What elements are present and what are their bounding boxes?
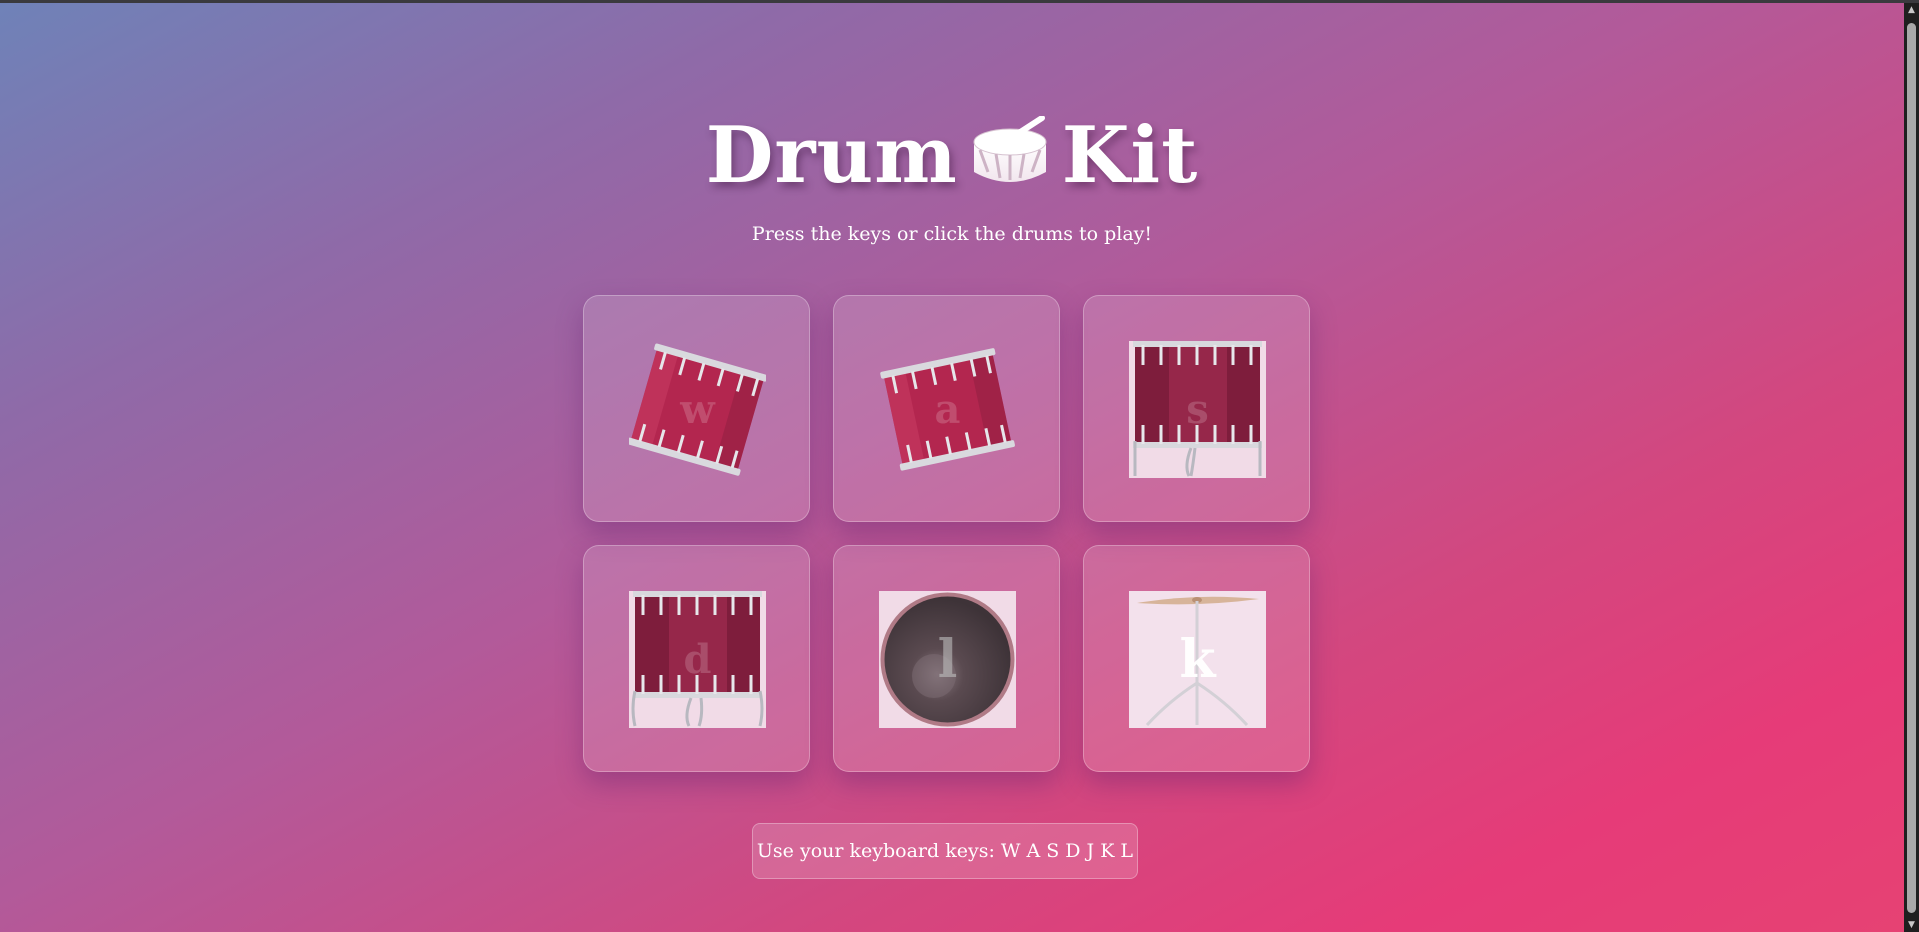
title-word-kit: Kit (1061, 110, 1199, 201)
drum-pad-l[interactable]: l (833, 545, 1060, 772)
cymbal-icon: k (1129, 591, 1266, 728)
kick-drum-icon: l (879, 591, 1016, 728)
scroll-thumb[interactable] (1907, 23, 1916, 913)
snare-drum-icon: a (879, 341, 1016, 478)
drum-pad-s[interactable]: s (1083, 295, 1310, 522)
drum-pad-a[interactable]: a (833, 295, 1060, 522)
drum-icon (970, 115, 1050, 207)
subtitle: Press the keys or click the drums to pla… (751, 223, 1153, 245)
pad-key-label: d (683, 636, 712, 683)
tom-drum-icon: s (1129, 341, 1266, 478)
pad-key-label: a (934, 386, 961, 433)
title-word-drum: Drum (705, 110, 958, 201)
vertical-scrollbar[interactable]: ▲ ▼ (1904, 3, 1919, 932)
scroll-down-icon[interactable]: ▼ (1904, 918, 1919, 932)
pad-key-label: w (680, 386, 715, 433)
pad-key-label: s (1186, 386, 1209, 433)
pad-key-label: l (937, 629, 958, 690)
page-title: Drum Kit (0, 111, 1904, 207)
drum-pad-w[interactable]: w (583, 295, 810, 522)
scroll-up-icon[interactable]: ▲ (1904, 3, 1919, 17)
page-background: Drum Kit Press the keys or click the dru… (0, 3, 1904, 932)
snare-drum-icon: w (627, 341, 768, 478)
keyboard-hint: Use your keyboard keys: W A S D J K L (752, 823, 1138, 879)
floor-tom-icon: d (629, 591, 766, 728)
pad-key-label: k (1179, 629, 1216, 690)
drum-pad-grid: w a s d l k (583, 295, 1310, 773)
drum-pad-d[interactable]: d (583, 545, 810, 772)
drum-pad-k[interactable]: k (1083, 545, 1310, 772)
